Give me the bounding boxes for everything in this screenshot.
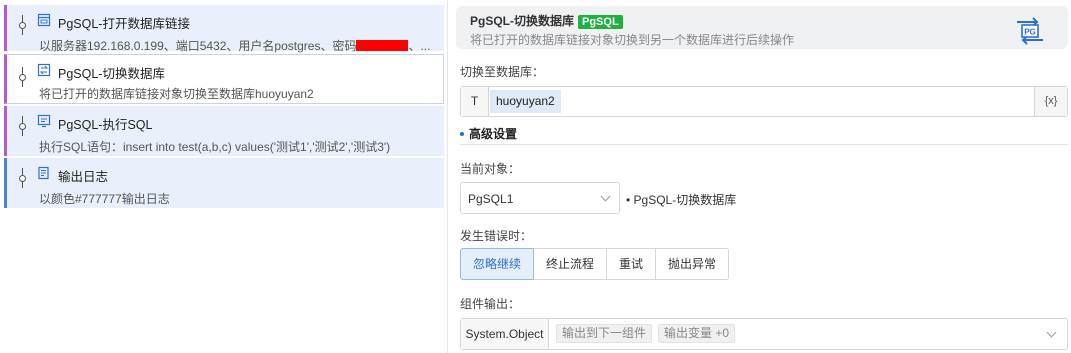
flow-step-output-log[interactable]: 输出日志 以颜色#777777输出日志	[4, 158, 444, 208]
option-terminate-flow[interactable]: 终止流程	[533, 248, 608, 280]
step-title: PgSQL-执行SQL	[58, 118, 153, 132]
connector-icon[interactable]	[17, 116, 27, 136]
on-error-options: 忽略继续 终止流程 重试 抛出异常	[460, 248, 730, 280]
output-type: System.Object	[461, 319, 549, 349]
flow-step-open-connection[interactable]: PgSQL-打开数据库链接 以服务器192.168.0.199、端口5432、用…	[4, 5, 444, 53]
step-title: PgSQL-打开数据库链接	[58, 17, 190, 31]
output-next-tag[interactable]: 输出到下一组件	[556, 324, 653, 343]
panel-description: 将已打开的数据库链接对象切换到另一个数据库进行后续操作	[470, 33, 795, 47]
option-retry[interactable]: 重试	[606, 248, 657, 280]
panel-title: PgSQL-切换数据库 PgSQL	[470, 12, 623, 29]
flow-step-execute-sql[interactable]: PgSQL-执行SQL 执行SQL语句：insert into test(a,b…	[4, 106, 444, 156]
component-output-label: 组件输出：	[460, 297, 521, 311]
option-throw-exception[interactable]: 抛出异常	[655, 248, 730, 280]
current-object-value: PgSQL1	[468, 192, 514, 206]
bullet-icon	[460, 132, 464, 136]
current-object-label: 当前对象：	[460, 162, 521, 176]
option-ignore-continue[interactable]: 忽略继续	[460, 248, 535, 280]
current-object-target: • PgSQL-切换数据库	[626, 193, 737, 207]
chevron-down-icon	[1046, 327, 1057, 338]
chevron-down-icon	[600, 191, 611, 202]
database-open-icon	[37, 13, 51, 27]
sql-execute-icon	[37, 114, 51, 128]
database-input[interactable]: T huoyuyan2 {x}	[460, 86, 1068, 117]
flow-step-switch-database[interactable]: PgSQL-切换数据库 将已打开的数据库链接对象切换至数据库huoyuyan2	[4, 54, 444, 104]
current-object-select[interactable]: PgSQL1	[460, 182, 620, 214]
svg-text:PG: PG	[1024, 28, 1036, 37]
step-description: 将已打开的数据库链接对象切换至数据库huoyuyan2	[39, 87, 314, 101]
database-switch-icon	[37, 63, 51, 77]
pgsql-switch-icon: PG	[1017, 17, 1043, 45]
step-title: PgSQL-切换数据库	[58, 67, 165, 81]
advanced-settings-header[interactable]: 高级设置	[460, 125, 1068, 145]
redaction-mark	[356, 40, 409, 51]
text-type-marker[interactable]: T	[461, 87, 489, 116]
pgsql-badge: PgSQL	[578, 15, 623, 29]
connector-icon[interactable]	[17, 67, 27, 87]
step-title: 输出日志	[58, 170, 109, 184]
flow-list: PgSQL-打开数据库链接 以服务器192.168.0.199、端口5432、用…	[0, 0, 446, 353]
step-description: 以服务器192.168.0.199、端口5432、用户名postgres、密码、…	[39, 39, 431, 53]
connector-icon[interactable]	[17, 15, 27, 35]
expression-button[interactable]: {x}	[1034, 87, 1067, 116]
on-error-label: 发生错误时：	[460, 229, 533, 243]
output-variable-tag[interactable]: 输出变量 +0	[658, 324, 736, 343]
properties-panel: PgSQL-切换数据库 PgSQL 将已打开的数据库链接对象切换到另一个数据库进行…	[447, 0, 1071, 353]
log-output-icon	[38, 166, 49, 180]
database-value[interactable]: huoyuyan2	[490, 90, 561, 113]
connector-icon[interactable]	[17, 168, 27, 188]
component-output-select[interactable]: System.Object 输出到下一组件 输出变量 +0	[460, 318, 1068, 350]
switch-database-label: 切换至数据库：	[460, 65, 545, 79]
step-description: 以颜色#777777输出日志	[39, 192, 170, 206]
step-description: 执行SQL语句：insert into test(a,b,c) values('…	[39, 140, 391, 154]
panel-header: PgSQL-切换数据库 PgSQL 将已打开的数据库链接对象切换到另一个数据库进行…	[456, 6, 1068, 49]
